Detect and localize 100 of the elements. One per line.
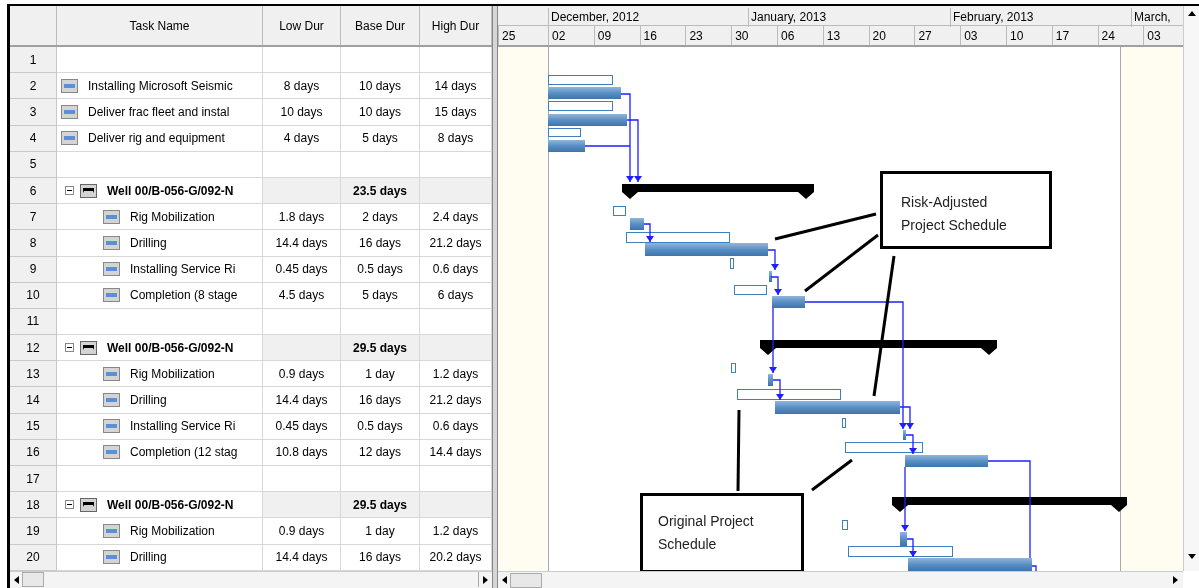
scroll-thumb[interactable] (22, 572, 44, 588)
table-cell: 4 days (263, 125, 341, 152)
task-bar[interactable] (548, 114, 627, 126)
task-name: Well 00/B-056-G/092-N (107, 339, 234, 357)
summary-bar[interactable] (892, 497, 1127, 512)
row-number[interactable]: 19 (10, 518, 57, 545)
task-bar[interactable] (548, 140, 585, 152)
horizontal-scrollbar[interactable] (498, 571, 1183, 588)
task-icon (103, 550, 120, 565)
table-cell: 14.4 days (263, 387, 341, 414)
baseline-bar (613, 206, 626, 216)
dependency-arrow (626, 119, 642, 183)
month-label: December, 2012 (548, 8, 640, 27)
week-label: 17 (1055, 27, 1070, 45)
row-number[interactable]: 4 (10, 125, 57, 152)
baseline-bar (730, 258, 734, 269)
task-name: Drilling (130, 234, 167, 252)
row-number[interactable]: 5 (10, 151, 57, 178)
callout-text: Project Schedule (901, 216, 1008, 235)
row-number[interactable]: 9 (10, 256, 57, 283)
column-header[interactable]: Task Name (57, 6, 263, 45)
baseline-bar (734, 285, 767, 295)
row-number[interactable]: 3 (10, 99, 57, 126)
summary-icon (80, 183, 97, 198)
baseline-bar (548, 101, 613, 111)
summary-bar[interactable] (622, 184, 814, 199)
row-number[interactable]: 2 (10, 73, 57, 100)
row-number[interactable]: 16 (10, 439, 57, 466)
task-bar[interactable] (769, 271, 772, 282)
baseline-bar (548, 128, 581, 137)
dependency-arrow (770, 276, 782, 296)
task-name: Drilling (130, 549, 167, 567)
vertical-scrollbar[interactable] (1183, 6, 1199, 571)
task-name: Completion (8 stage (130, 287, 238, 305)
row-number[interactable]: 13 (10, 361, 57, 388)
row-number[interactable]: 20 (10, 544, 57, 571)
row-number[interactable]: 1 (10, 47, 57, 74)
row-number[interactable]: 8 (10, 230, 57, 257)
week-label: 24 (1101, 27, 1115, 45)
task-name: Installing Microsoft Seismic (88, 77, 233, 95)
task-icon (103, 523, 120, 538)
task-bar[interactable] (905, 455, 988, 467)
task-bar[interactable] (772, 296, 805, 308)
table-cell: 14.4 days (263, 230, 341, 257)
week-label: 20 (872, 27, 886, 45)
task-bar[interactable] (645, 243, 768, 256)
week-label: 16 (643, 27, 657, 45)
task-bar[interactable] (908, 558, 1032, 571)
table-cell: 10 days (341, 99, 420, 126)
task-name: Deliver rig and equipment (88, 130, 225, 148)
row-number[interactable]: 7 (10, 204, 57, 231)
table-cell: 5 days (341, 282, 420, 309)
baseline-bar (548, 75, 613, 85)
row-number[interactable]: 6 (10, 177, 57, 205)
dependency-line (1031, 565, 1037, 571)
week-label: 03 (1147, 27, 1161, 45)
week-label: 06 (781, 27, 795, 45)
task-bar[interactable] (548, 87, 621, 99)
column-header[interactable]: Low Dur (263, 6, 341, 45)
week-label: 25 (502, 27, 516, 45)
task-bar[interactable] (900, 532, 907, 546)
task-icon (103, 262, 120, 277)
table-cell: 14.4 days (263, 544, 341, 571)
leader-line (811, 458, 853, 492)
dependency-arrow (901, 466, 909, 532)
month-label: February, 2013 (950, 8, 1034, 27)
task-bar[interactable] (768, 374, 773, 386)
row-number[interactable]: 11 (10, 308, 57, 336)
table-cell: 0.45 days (263, 256, 341, 283)
task-icon (103, 288, 120, 303)
collapse-icon[interactable] (65, 343, 74, 353)
task-name: Rig Mobilization (130, 522, 215, 540)
row-number[interactable]: 12 (10, 335, 57, 362)
collapse-icon[interactable] (65, 500, 74, 510)
task-bar[interactable] (630, 218, 644, 230)
table-cell: 1 day (341, 361, 420, 388)
table-cell: 0.5 days (341, 256, 420, 283)
scroll-thumb[interactable] (510, 572, 542, 588)
task-bar[interactable] (903, 430, 906, 440)
row-number[interactable]: 17 (10, 466, 57, 493)
task-icon (61, 104, 78, 119)
table-cell: 0.9 days (263, 518, 341, 545)
dependency-arrow (643, 223, 654, 243)
task-icon (103, 366, 120, 381)
row-number[interactable]: 14 (10, 387, 57, 414)
week-label: 09 (597, 27, 612, 45)
row-number[interactable]: 18 (10, 492, 57, 519)
week-label: 23 (689, 27, 703, 45)
column-header[interactable]: Base Dur (341, 6, 420, 45)
task-name: Rig Mobilization (130, 365, 215, 383)
week-label: 02 (552, 27, 566, 45)
summary-bar[interactable] (760, 340, 997, 355)
row-number[interactable]: 15 (10, 413, 57, 440)
baseline-bar (731, 363, 736, 373)
row-number[interactable]: 10 (10, 282, 57, 309)
week-label: 27 (918, 27, 932, 45)
task-bar[interactable] (775, 401, 900, 414)
collapse-icon[interactable] (65, 186, 74, 196)
task-icon (61, 78, 78, 93)
task-icon (103, 393, 120, 408)
